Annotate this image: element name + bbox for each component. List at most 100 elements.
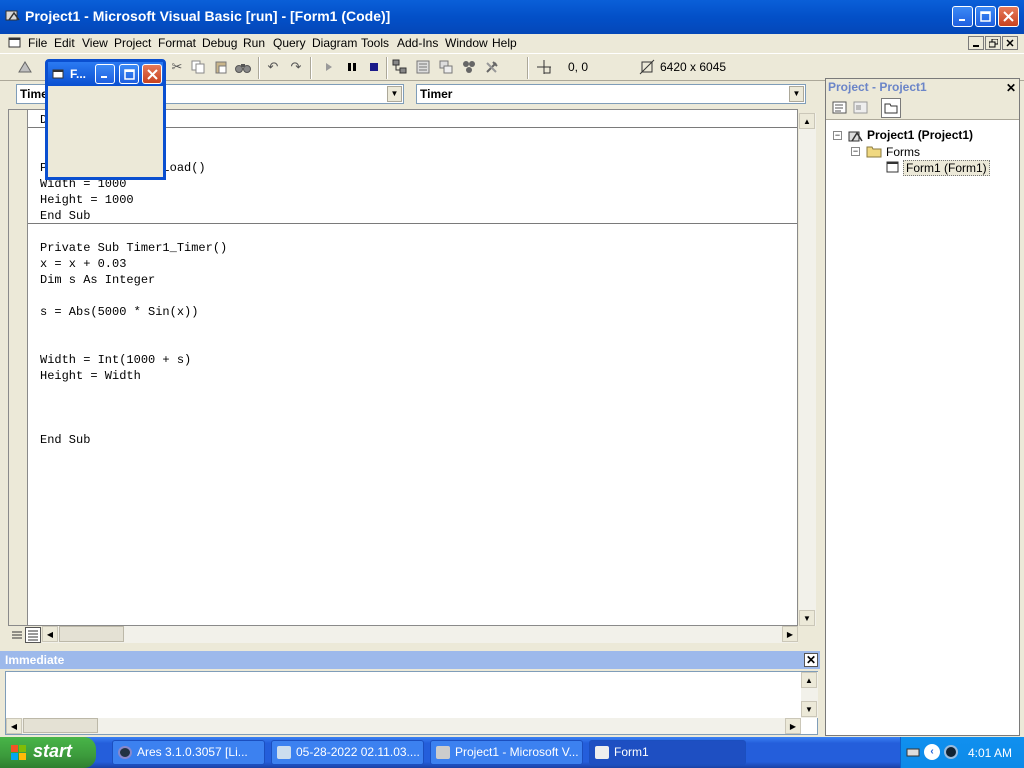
view-code-icon[interactable] bbox=[832, 100, 848, 116]
properties-window-icon[interactable] bbox=[414, 58, 432, 76]
form1-minimize-button[interactable] bbox=[95, 64, 115, 84]
procedure-separator bbox=[28, 223, 797, 224]
mdi-close-button[interactable] bbox=[1002, 36, 1018, 50]
tree-form1-item[interactable]: Form1 (Form1) bbox=[903, 160, 990, 176]
form-icon[interactable] bbox=[52, 68, 64, 80]
toggle-folders-icon[interactable] bbox=[881, 98, 901, 118]
scroll-down-button[interactable]: ▼ bbox=[801, 701, 817, 717]
immediate-input[interactable]: ▲ ▼ ◀ ▶ bbox=[5, 671, 818, 735]
menu-add-ins[interactable]: Add-Ins bbox=[397, 34, 438, 52]
network-icon[interactable] bbox=[944, 745, 958, 759]
tree-collapse-icon[interactable]: − bbox=[833, 131, 842, 140]
position-icon bbox=[535, 58, 553, 76]
document-icon bbox=[277, 746, 291, 759]
object-browser-icon[interactable] bbox=[460, 58, 478, 76]
form1-title-bar[interactable]: F... bbox=[48, 62, 163, 86]
title-bar: Project1 - Microsoft Visual Basic [run] … bbox=[0, 0, 1024, 34]
procedure-combo[interactable]: Timer ▼ bbox=[416, 84, 806, 104]
task-label: 05-28-2022 02.11.03.... bbox=[296, 745, 420, 759]
copy-icon[interactable] bbox=[189, 58, 207, 76]
code-vertical-scrollbar[interactable]: ▲ ▼ bbox=[799, 113, 816, 626]
start-label: start bbox=[33, 741, 73, 761]
menu-help[interactable]: Help bbox=[492, 34, 517, 52]
form1-runtime-window[interactable]: F... bbox=[45, 59, 166, 180]
chevron-down-icon[interactable]: ▼ bbox=[789, 86, 804, 102]
code-horizontal-scrollbar[interactable]: ◀ ▶ bbox=[42, 626, 798, 643]
mdi-restore-button[interactable] bbox=[985, 36, 1001, 50]
code-line: Private Sub Timer1_Timer() bbox=[40, 241, 228, 255]
chevron-down-icon[interactable]: ▼ bbox=[387, 86, 402, 102]
scroll-right-button[interactable]: ▶ bbox=[785, 718, 801, 734]
scroll-up-button[interactable]: ▲ bbox=[801, 672, 817, 688]
menu-view[interactable]: View bbox=[82, 34, 108, 52]
window-title: Project1 - Microsoft Visual Basic [run] … bbox=[25, 8, 391, 24]
vb-app-icon[interactable] bbox=[5, 8, 21, 24]
code-editor[interactable]: Dim x As Single Private Sub Form_Load() … bbox=[27, 109, 798, 626]
horizontal-scroll-thumb[interactable] bbox=[59, 626, 124, 642]
chevron-left-icon[interactable]: ‹ bbox=[924, 744, 940, 760]
tree-collapse-icon[interactable]: − bbox=[851, 147, 860, 156]
close-icon[interactable]: ✕ bbox=[804, 653, 818, 667]
task-ares[interactable]: Ares 3.1.0.3057 [Li... bbox=[112, 740, 265, 765]
menu-edit[interactable]: Edit bbox=[54, 34, 75, 52]
paste-icon[interactable] bbox=[212, 58, 230, 76]
code-line: End Sub bbox=[40, 209, 91, 223]
maximize-button[interactable] bbox=[975, 6, 996, 27]
project-explorer-icon[interactable] bbox=[391, 58, 409, 76]
system-tray: ‹ 4:01 AM bbox=[900, 737, 1024, 768]
add-project-icon[interactable] bbox=[16, 58, 34, 76]
close-icon[interactable]: ✕ bbox=[1004, 81, 1018, 95]
break-icon[interactable] bbox=[343, 58, 361, 76]
menu-run[interactable]: Run bbox=[243, 34, 265, 52]
position-readout: 0, 0 bbox=[568, 60, 589, 74]
menu-window[interactable]: Window bbox=[445, 34, 488, 52]
scroll-down-button[interactable]: ▼ bbox=[799, 610, 815, 626]
find-icon[interactable] bbox=[234, 58, 252, 76]
code-line: s = Abs(5000 * Sin(x)) bbox=[40, 305, 199, 319]
menu-format[interactable]: Format bbox=[158, 34, 196, 52]
menu-debug[interactable]: Debug bbox=[202, 34, 237, 52]
task-label: Project1 - Microsoft V... bbox=[455, 745, 579, 759]
procedure-view-icon[interactable] bbox=[10, 628, 24, 642]
full-module-view-icon[interactable] bbox=[25, 627, 41, 643]
vb-app-icon bbox=[436, 746, 450, 759]
menu-tools[interactable]: Tools bbox=[361, 34, 389, 52]
menu-diagram[interactable]: Diagram bbox=[312, 34, 357, 52]
scroll-right-button[interactable]: ▶ bbox=[782, 626, 798, 642]
form1-close-button[interactable] bbox=[142, 64, 162, 84]
cut-icon[interactable]: ✂ bbox=[168, 58, 186, 76]
start-icon[interactable] bbox=[320, 58, 338, 76]
minimize-button[interactable] bbox=[952, 6, 973, 27]
task-document[interactable]: 05-28-2022 02.11.03.... bbox=[271, 740, 424, 765]
menu-query[interactable]: Query bbox=[273, 34, 306, 52]
mdi-minimize-button[interactable] bbox=[968, 36, 984, 50]
immediate-window: Immediate ✕ ▲ ▼ ◀ ▶ bbox=[0, 651, 820, 736]
procedure-combo-value: Timer bbox=[420, 87, 453, 101]
toolbox-icon[interactable] bbox=[483, 58, 501, 76]
immediate-vertical-scrollbar[interactable]: ▲ ▼ bbox=[801, 672, 818, 718]
tree-forms-folder[interactable]: Forms bbox=[886, 145, 920, 159]
scroll-left-button[interactable]: ◀ bbox=[6, 718, 22, 734]
toolbar-separator bbox=[258, 57, 260, 79]
form1-maximize-button[interactable] bbox=[119, 64, 139, 84]
keyboard-icon[interactable] bbox=[906, 746, 920, 758]
scroll-left-button[interactable]: ◀ bbox=[42, 626, 58, 642]
scroll-up-button[interactable]: ▲ bbox=[799, 113, 815, 129]
horizontal-scroll-thumb[interactable] bbox=[23, 718, 98, 733]
code-window-icon[interactable] bbox=[8, 36, 22, 50]
form-layout-icon[interactable] bbox=[437, 58, 455, 76]
start-button[interactable]: start bbox=[0, 737, 96, 768]
menu-file[interactable]: File bbox=[28, 34, 47, 52]
undo-icon[interactable]: ↶ bbox=[264, 58, 282, 76]
menu-bar: File Edit View Project Format Debug Run … bbox=[0, 34, 1024, 52]
size-icon bbox=[638, 58, 656, 76]
view-object-icon[interactable] bbox=[853, 100, 869, 116]
end-icon[interactable] bbox=[365, 58, 383, 76]
redo-icon[interactable]: ↷ bbox=[287, 58, 305, 76]
menu-project[interactable]: Project bbox=[114, 34, 151, 52]
close-button[interactable] bbox=[998, 6, 1019, 27]
tree-project-root[interactable]: Project1 (Project1) bbox=[867, 128, 973, 142]
task-vb-project[interactable]: Project1 - Microsoft V... bbox=[430, 740, 583, 765]
immediate-horizontal-scrollbar[interactable]: ◀ ▶ bbox=[6, 718, 801, 734]
task-form1[interactable]: Form1 bbox=[589, 740, 746, 765]
